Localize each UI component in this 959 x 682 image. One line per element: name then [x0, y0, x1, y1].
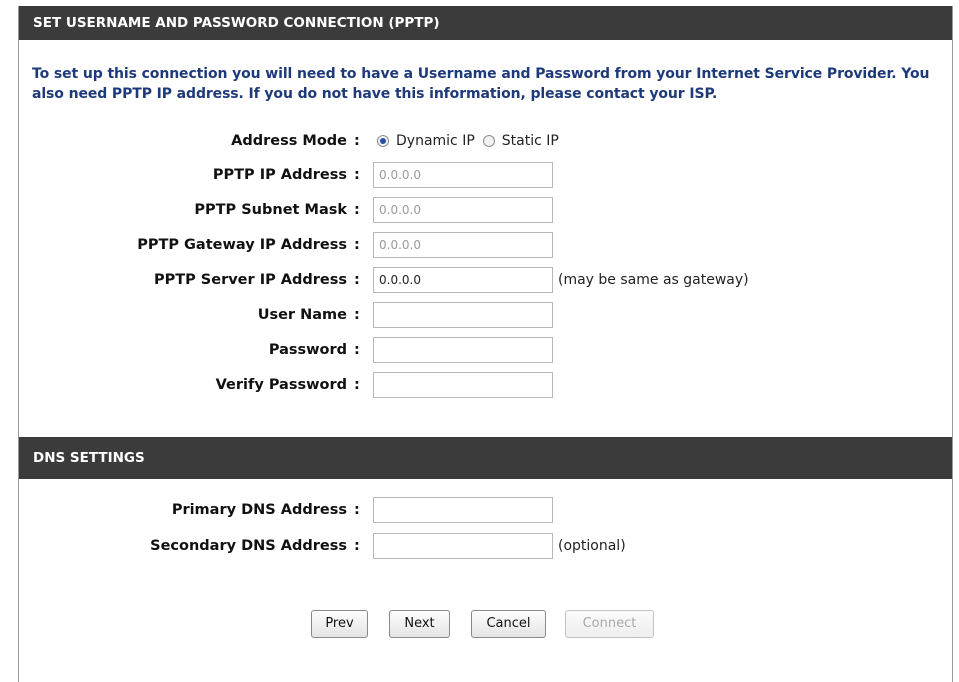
colon: :	[354, 272, 360, 288]
secondary-dns-input[interactable]	[373, 533, 553, 559]
dns-section-title: DNS SETTINGS	[33, 450, 145, 466]
pptp-subnet-input[interactable]: 0.0.0.0	[373, 197, 553, 223]
pptp-subnet-row: PPTP Subnet Mask : 0.0.0.0	[19, 197, 952, 223]
colon: :	[354, 377, 360, 393]
pptp-gateway-label: PPTP Gateway IP Address	[137, 237, 347, 253]
colon: :	[354, 502, 360, 518]
pptp-gateway-input[interactable]: 0.0.0.0	[373, 232, 553, 258]
next-button[interactable]: Next	[389, 610, 450, 638]
address-mode-row: Address Mode : Dynamic IP Static IP	[19, 128, 952, 154]
secondary-dns-row: Secondary DNS Address : (optional)	[19, 533, 952, 559]
pptp-subnet-label: PPTP Subnet Mask	[194, 202, 347, 218]
pptp-section-title: SET USERNAME AND PASSWORD CONNECTION (PP…	[33, 15, 440, 31]
colon: :	[354, 202, 360, 218]
password-row: Password :	[19, 337, 952, 363]
address-mode-label: Address Mode	[231, 133, 347, 149]
prev-button[interactable]: Prev	[311, 610, 368, 638]
colon: :	[354, 307, 360, 323]
verify-password-label: Verify Password	[215, 377, 347, 393]
wizard-button-bar: Prev Next Cancel Connect	[19, 610, 952, 640]
pptp-ip-row: PPTP IP Address : 0.0.0.0	[19, 162, 952, 188]
cancel-button[interactable]: Cancel	[471, 610, 546, 638]
static-ip-label[interactable]: Static IP	[502, 133, 559, 149]
password-label: Password	[268, 342, 347, 358]
dns-section-header: DNS SETTINGS	[19, 437, 952, 479]
pptp-server-row: PPTP Server IP Address : 0.0.0.0 (may be…	[19, 267, 952, 293]
pptp-ip-label: PPTP IP Address	[212, 167, 347, 183]
primary-dns-input[interactable]	[373, 497, 553, 523]
pptp-gateway-row: PPTP Gateway IP Address : 0.0.0.0	[19, 232, 952, 258]
primary-dns-label: Primary DNS Address	[171, 502, 347, 518]
secondary-dns-label: Secondary DNS Address	[150, 538, 347, 554]
wizard-panel: SET USERNAME AND PASSWORD CONNECTION (PP…	[18, 6, 953, 682]
colon: :	[354, 237, 360, 253]
password-input[interactable]	[373, 337, 553, 363]
colon: :	[354, 342, 360, 358]
pptp-section-header: SET USERNAME AND PASSWORD CONNECTION (PP…	[19, 6, 952, 40]
connect-button[interactable]: Connect	[565, 610, 654, 638]
pptp-server-label: PPTP Server IP Address	[153, 272, 347, 288]
username-input[interactable]	[373, 302, 553, 328]
dynamic-ip-radio[interactable]	[377, 135, 389, 147]
verify-password-input[interactable]	[373, 372, 553, 398]
primary-dns-row: Primary DNS Address :	[19, 497, 952, 523]
colon: :	[354, 538, 360, 554]
colon: :	[354, 133, 360, 149]
username-label: User Name	[257, 307, 347, 323]
verify-password-row: Verify Password :	[19, 372, 952, 398]
colon: :	[354, 167, 360, 183]
address-mode-radio-group: Dynamic IP Static IP	[377, 128, 567, 154]
secondary-dns-note: (optional)	[558, 538, 626, 554]
pptp-ip-input[interactable]: 0.0.0.0	[373, 162, 553, 188]
static-ip-radio[interactable]	[482, 135, 495, 147]
pptp-server-input[interactable]: 0.0.0.0	[373, 267, 553, 293]
dynamic-ip-label[interactable]: Dynamic IP	[396, 133, 475, 149]
pptp-server-note: (may be same as gateway)	[558, 272, 749, 288]
pptp-instructions: To set up this connection you will need …	[32, 66, 930, 102]
username-row: User Name :	[19, 302, 952, 328]
